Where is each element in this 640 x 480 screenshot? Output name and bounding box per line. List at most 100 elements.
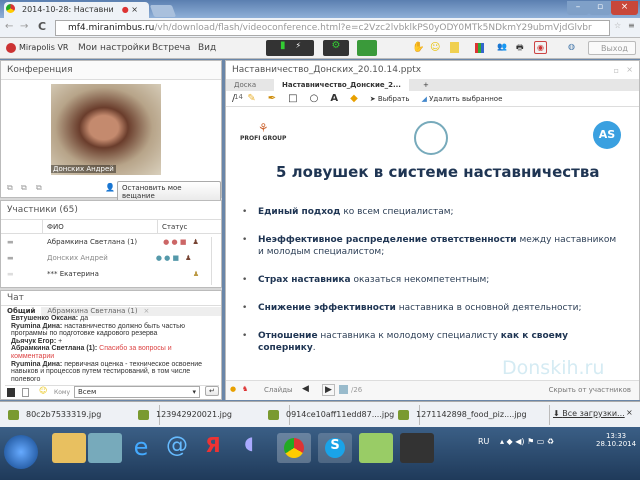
app-toolbar: Mirapolis VR Мои настройки Встреча Вид ▮…: [0, 38, 640, 59]
slides-label[interactable]: Слайды: [264, 386, 293, 394]
text-tool-icon[interactable]: A: [330, 93, 338, 104]
close-icon[interactable]: ×: [626, 65, 633, 74]
emoticon-icon[interactable]: ☺: [430, 42, 440, 53]
table-row[interactable]: ▬ Абрамкина Светлана (1) ● ● ■ ♟: [1, 234, 221, 250]
table-row[interactable]: ▬ *** Екатерина ♟: [1, 266, 221, 282]
participants-list: ▬ Абрамкина Светлана (1) ● ● ■ ♟ ▬ Донских А…: [1, 234, 221, 282]
tab-presentation[interactable]: Наставничество_Донские_2...: [274, 79, 409, 91]
screen-share-button[interactable]: [357, 40, 377, 56]
poll-icon[interactable]: [475, 43, 484, 53]
participants-scrollbar[interactable]: [211, 237, 219, 285]
attach-icon[interactable]: [22, 388, 29, 397]
layout-icon-3[interactable]: ⧉: [36, 183, 42, 193]
board-tabs: Доска 14 Наставничество_Донские_2... +: [226, 79, 639, 101]
camera-app-icon[interactable]: [400, 433, 434, 463]
page-input[interactable]: [339, 385, 348, 394]
next-slide-button[interactable]: ▶: [322, 384, 335, 396]
as-logo: AS: [593, 121, 621, 149]
users-icon[interactable]: 👥: [497, 42, 507, 51]
logout-button[interactable]: Выход: [588, 41, 636, 55]
minimize-button[interactable]: –: [567, 1, 589, 15]
restore-icon[interactable]: ▫: [614, 66, 619, 75]
maximize-button[interactable]: ▫: [589, 1, 611, 15]
forward-icon[interactable]: →: [20, 21, 28, 32]
rectangle-tool-icon[interactable]: □: [288, 93, 297, 104]
camera-button[interactable]: ⚙: [323, 40, 349, 56]
marker-tool-icon[interactable]: ✒: [268, 93, 276, 104]
chrome-taskbar-icon[interactable]: [277, 433, 311, 463]
menu-meeting[interactable]: Встреча: [152, 43, 190, 53]
bullet-3: Страх наставника оказаться некомпетентны…: [242, 274, 618, 286]
fill-tool-icon[interactable]: ◆: [350, 93, 358, 104]
line-tool-icon[interactable]: /: [232, 93, 235, 104]
reload-icon[interactable]: C: [38, 20, 46, 33]
notes-icon[interactable]: [88, 433, 122, 463]
app-logo: Mirapolis VR: [19, 43, 69, 52]
language-indicator[interactable]: RU: [478, 437, 489, 446]
downloads-bar: 80c2b7533319.jpg 123942920021.jpg 0914ce…: [0, 401, 640, 427]
clock[interactable]: 13:33 28.10.2014: [596, 432, 636, 448]
bullet-2: Неэффективное распределение ответственно…: [242, 234, 618, 258]
video-name: Донских Андрей: [51, 165, 116, 173]
microphone-button[interactable]: ▮ ⚡: [266, 40, 314, 56]
recipient-select[interactable]: Всем ▾: [74, 386, 200, 398]
participants-title: Участники (65): [1, 201, 221, 220]
ie-icon[interactable]: e: [124, 433, 158, 463]
col-status[interactable]: Статус: [158, 220, 187, 233]
new-tab-button[interactable]: [149, 5, 177, 17]
layout-icon-2[interactable]: ⧉: [21, 183, 27, 193]
help-icon[interactable]: ◍: [568, 42, 575, 51]
close-window-button[interactable]: ×: [611, 1, 638, 15]
mail-icon[interactable]: @: [160, 433, 194, 463]
pointer-icon[interactable]: ●: [230, 385, 236, 393]
printer-icon[interactable]: 🖶: [516, 42, 524, 56]
back-icon[interactable]: ←: [5, 21, 13, 32]
slide-controls: ● ♞ Слайды ◀ ▶ /26 Скрыть от участников: [226, 380, 639, 400]
hide-from-participants-button[interactable]: Скрыть от участников: [549, 386, 631, 394]
files-icon[interactable]: [450, 42, 459, 53]
record-icon[interactable]: ◉: [534, 41, 547, 54]
ellipse-tool-icon[interactable]: ○: [310, 93, 319, 104]
prev-slide-button[interactable]: ◀: [302, 384, 309, 394]
send-button[interactable]: ↵: [205, 386, 219, 396]
to-label: Кому: [54, 389, 71, 396]
tab-board[interactable]: Доска 14: [226, 79, 274, 101]
add-tab-button[interactable]: +: [415, 79, 437, 91]
audio-icon[interactable]: ◖: [232, 433, 266, 463]
url-input[interactable]: mf4.miranimbus.ru/vh/download/flash/vide…: [55, 20, 610, 36]
flash-icon: ⚡: [295, 41, 302, 50]
skype-icon[interactable]: S: [318, 433, 352, 463]
yandex-icon[interactable]: Я: [196, 433, 230, 463]
conference-title: Конференция: [1, 61, 221, 80]
left-panel: Конференция Донских Андрей ⧉ ⧉ ⧉ 👤 Остан…: [0, 60, 222, 400]
menu-settings[interactable]: Мои настройки: [78, 43, 150, 53]
participants-header: ФИО Статус: [1, 220, 221, 234]
tray-icons[interactable]: ▴ ◆ ◀) ⚑ ▭ ♻: [500, 437, 554, 446]
all-downloads-link[interactable]: ⬇ Все загрузки...: [553, 409, 625, 418]
raise-hand-icon[interactable]: ✋: [412, 42, 424, 53]
delete-selected-tool[interactable]: ◢ Удалить выбранное: [421, 95, 502, 103]
layout-icon-1[interactable]: ⧉: [7, 183, 13, 193]
recording-icon: ●: [121, 5, 129, 14]
menu-icon[interactable]: ≡: [628, 21, 635, 30]
menu-view[interactable]: Вид: [198, 43, 216, 53]
smiley-icon[interactable]: ☺: [39, 386, 47, 395]
browser-tab[interactable]: 2014-10-28: Наставни ● ×: [4, 2, 149, 18]
select-tool[interactable]: ➤ Выбрать: [370, 95, 410, 103]
pencil-tool-icon[interactable]: ✎: [247, 93, 255, 104]
app-icon[interactable]: [359, 433, 393, 463]
col-name[interactable]: ФИО: [43, 220, 158, 233]
address-bar-row: ← → C mf4.miranimbus.ru/vh/download/flas…: [0, 18, 640, 38]
start-button[interactable]: [4, 435, 38, 469]
explorer-icon[interactable]: [52, 433, 86, 463]
close-downloads-icon[interactable]: ×: [626, 408, 633, 417]
laser-icon[interactable]: ♞: [242, 385, 248, 393]
conference-panel: Конференция Донских Андрей ⧉ ⧉ ⧉ 👤 Остан…: [0, 60, 222, 203]
chat-message: Ryumina Дина: наставничество должно быть…: [11, 322, 185, 338]
table-row[interactable]: ▬ Донских Андрей ● ● ■ ♟: [1, 250, 221, 266]
star-icon[interactable]: ☆: [614, 21, 621, 30]
close-tab-icon[interactable]: ×: [131, 5, 138, 14]
taskbar: e @ Я ◖ S RU ▴ ◆ ◀) ⚑ ▭ ♻ 13:33 28.10.201…: [0, 427, 640, 480]
format-icon[interactable]: [7, 388, 15, 397]
download-item[interactable]: 1271142898_food_piz....jpg: [392, 405, 550, 425]
